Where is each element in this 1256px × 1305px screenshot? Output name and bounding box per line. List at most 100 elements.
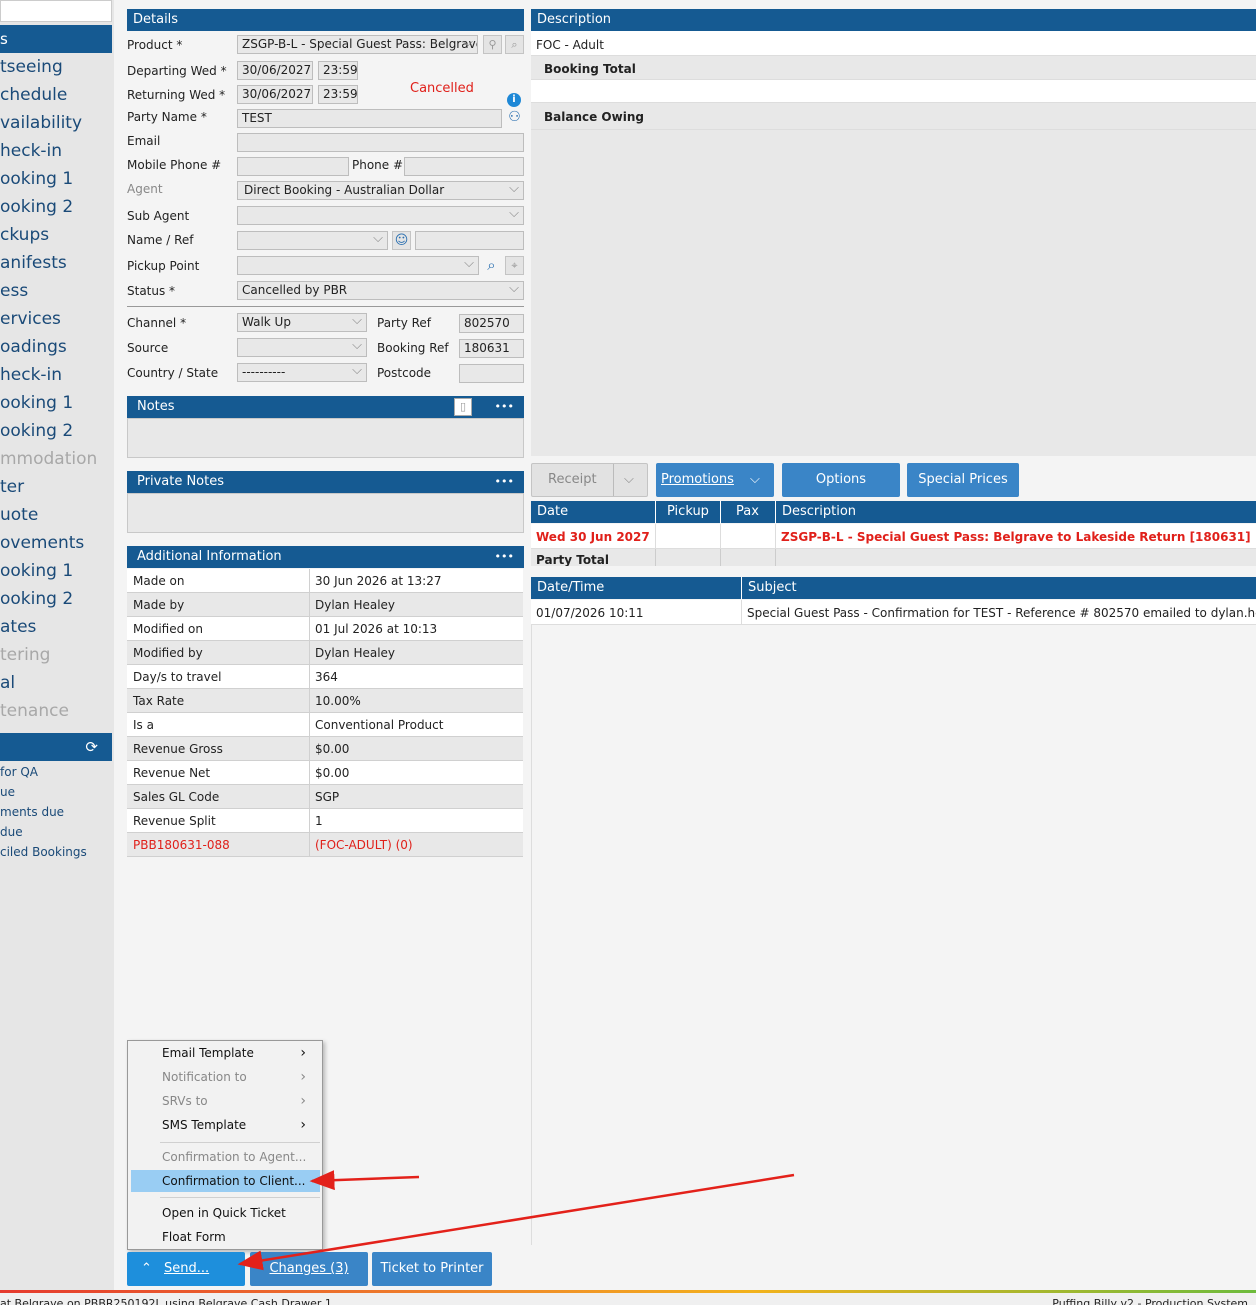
table-row: Is a Conventional Product — [127, 713, 523, 737]
nav-item[interactable]: vailability — [0, 109, 112, 137]
sub-agent-select[interactable] — [237, 206, 524, 225]
nav-item[interactable]: mmodation — [0, 445, 112, 473]
nav-item[interactable]: oadings — [0, 333, 112, 361]
product-search-icon[interactable]: ⌕ — [505, 35, 524, 54]
chevron-down-icon[interactable]: ⌵ — [624, 464, 634, 496]
agent-select[interactable]: Direct Booking - Australian Dollar — [237, 181, 524, 200]
nav-item[interactable]: ess — [0, 277, 112, 305]
nav-item[interactable]: heck-in — [0, 361, 112, 389]
send-button[interactable]: ⌃ Send... — [127, 1252, 245, 1286]
party-name-field[interactable]: TEST — [237, 109, 502, 128]
info-label: Revenue Split — [133, 814, 216, 828]
name-ref-field[interactable] — [415, 231, 524, 250]
nav-item[interactable]: ooking 1 — [0, 165, 112, 193]
pickup-point-select[interactable] — [237, 256, 479, 275]
col-pickup[interactable]: Pickup — [667, 501, 709, 523]
nav-item[interactable]: ervices — [0, 305, 112, 333]
more-icon[interactable]: ••• — [495, 471, 514, 493]
nav-search-box[interactable] — [0, 0, 112, 22]
nav-item[interactable]: ckups — [0, 221, 112, 249]
options-button[interactable]: Options — [782, 463, 900, 497]
info-label[interactable]: PBB180631-088 — [133, 838, 230, 852]
nav-item[interactable]: ates — [0, 613, 112, 641]
party-contacts-icon[interactable]: ⚇ — [505, 109, 524, 128]
special-prices-button[interactable]: Special Prices — [907, 463, 1019, 497]
departing-time[interactable]: 23:59 — [318, 61, 358, 80]
refresh-icon[interactable]: ⟳ — [85, 733, 98, 761]
col-description[interactable]: Description — [782, 501, 856, 523]
col-date[interactable]: Date — [537, 501, 568, 523]
nav-item[interactable]: chedule — [0, 81, 112, 109]
country-select[interactable]: ---------- — [237, 363, 367, 382]
phone-label: Phone # — [352, 158, 404, 172]
mobile-phone-field[interactable] — [237, 157, 349, 176]
search-icon[interactable]: ⌕ — [482, 256, 501, 275]
document-icon[interactable]: ▯ — [454, 398, 472, 416]
nav-item[interactable]: tering — [0, 641, 112, 669]
alert-item[interactable]: for QA — [0, 765, 38, 779]
email-field[interactable] — [237, 133, 524, 152]
name-ref-select[interactable] — [237, 231, 388, 250]
table-row: Made on 30 Jun 2026 at 13:27 — [127, 569, 523, 593]
col-pax[interactable]: Pax — [736, 501, 759, 523]
status-select[interactable]: Cancelled by PBR — [237, 281, 524, 300]
nav-item[interactable]: ooking 2 — [0, 585, 112, 613]
table-row[interactable]: 01/07/2026 10:11 Special Guest Pass - Co… — [531, 600, 1256, 625]
menu-open-quick-ticket[interactable]: Open in Quick Ticket — [131, 1202, 320, 1224]
col-subject[interactable]: Subject — [748, 577, 797, 599]
nav-item[interactable]: anifests — [0, 249, 112, 277]
changes-button[interactable]: Changes (3) — [250, 1252, 368, 1286]
nav-item[interactable]: ooking 1 — [0, 389, 112, 417]
phone-field[interactable] — [404, 157, 524, 176]
receipt-button[interactable]: Receipt ⌵ — [531, 463, 648, 497]
product-select[interactable]: ZSGP-B-L - Special Guest Pass: Belgrave — [237, 35, 478, 54]
nav-item[interactable]: ter — [0, 473, 112, 501]
nav-item[interactable]: tenance — [0, 697, 112, 725]
private-notes-area[interactable] — [127, 493, 524, 533]
alert-item[interactable]: ments due — [0, 805, 64, 819]
nav-item[interactable]: ooking 2 — [0, 417, 112, 445]
more-icon[interactable]: ••• — [495, 396, 514, 418]
returning-date[interactable]: 30/06/2027 — [237, 85, 313, 104]
info-icon[interactable]: i — [507, 93, 521, 107]
nav-item[interactable]: uote — [0, 501, 112, 529]
col-datetime[interactable]: Date/Time — [537, 577, 604, 599]
info-value: 1 — [315, 814, 323, 828]
returning-time[interactable]: 23:59 — [318, 85, 358, 104]
map-pin-icon[interactable]: ⌖ — [505, 256, 524, 275]
booking-ref-field[interactable]: 180631 — [459, 339, 524, 358]
source-select[interactable] — [237, 338, 367, 357]
menu-confirmation-agent[interactable]: Confirmation to Agent... — [131, 1146, 320, 1168]
info-value: Dylan Healey — [315, 646, 396, 660]
promotions-button[interactable]: Promotions ⌵ — [656, 463, 774, 497]
party-ref-label: Party Ref — [377, 316, 432, 330]
postcode-field[interactable] — [459, 364, 524, 383]
alert-item[interactable]: due — [0, 825, 23, 839]
menu-float-form[interactable]: Float Form — [131, 1226, 320, 1248]
menu-srvs-to[interactable]: SRVs to › — [131, 1090, 320, 1112]
nav-item[interactable]: ovements — [0, 529, 112, 557]
notes-area[interactable] — [127, 418, 524, 458]
table-row[interactable]: Wed 30 Jun 2027 ZSGP-B-L - Special Guest… — [531, 524, 1256, 549]
nav-item[interactable]: tseeing — [0, 53, 112, 81]
product-info-icon[interactable]: ⚲ — [483, 35, 502, 54]
ticket-to-printer-button[interactable]: Ticket to Printer — [372, 1252, 492, 1286]
departing-date[interactable]: 30/06/2027 — [237, 61, 313, 80]
nav-section-header[interactable]: s — [0, 25, 112, 53]
nav-item[interactable]: heck-in — [0, 137, 112, 165]
menu-confirmation-client[interactable]: Confirmation to Client... — [131, 1170, 320, 1192]
alert-item[interactable]: ue — [0, 785, 15, 799]
party-ref-field[interactable]: 802570 — [459, 314, 524, 333]
menu-sms-template[interactable]: SMS Template › — [131, 1114, 320, 1136]
info-value: 10.00% — [315, 694, 361, 708]
person-icon[interactable]: ☺ — [392, 231, 411, 250]
nav-item[interactable]: al — [0, 669, 112, 697]
menu-email-template[interactable]: Email Template › — [131, 1042, 320, 1064]
nav-item[interactable]: ooking 1 — [0, 557, 112, 585]
alert-item[interactable]: ciled Bookings — [0, 845, 87, 859]
more-icon[interactable]: ••• — [495, 546, 514, 568]
nav-item[interactable]: ooking 2 — [0, 193, 112, 221]
menu-notification-to[interactable]: Notification to › — [131, 1066, 320, 1088]
status-left-text: at Belgrave on PBBR250192L using Belgrav… — [0, 1297, 332, 1305]
channel-select[interactable]: Walk Up — [237, 313, 367, 332]
